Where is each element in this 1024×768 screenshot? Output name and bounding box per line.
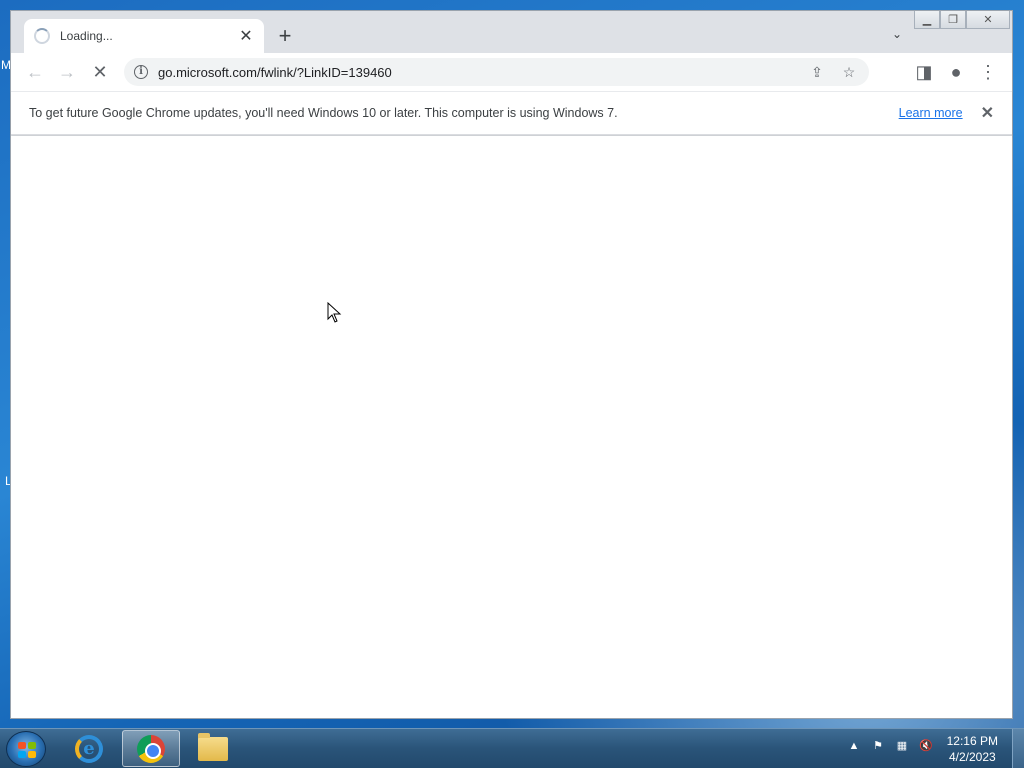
windows-logo-icon <box>18 742 36 758</box>
clock-date: 4/2/2023 <box>948 750 996 764</box>
tab-search-chevron-icon[interactable]: ⌄ <box>888 27 906 45</box>
network-icon[interactable]: ▦ <box>894 739 910 752</box>
url-text[interactable]: go.microsoft.com/fwlink/?LinkID=139460 <box>158 65 805 80</box>
window-caption-buttons: ▁ ❐ ✕ <box>914 11 1010 29</box>
chrome-icon <box>137 734 165 763</box>
site-info-icon[interactable]: i <box>134 65 148 79</box>
address-bar[interactable]: i go.microsoft.com/fwlink/?LinkID=139460… <box>124 58 869 86</box>
page-content[interactable] <box>11 136 1012 718</box>
back-arrow-icon[interactable]: ← <box>19 56 51 88</box>
taskbar: e ▲ ⚑ ▦ 🔇 12:16 PM 4/2/2023 <box>0 728 1024 768</box>
restore-button[interactable]: ❐ <box>940 11 966 29</box>
taskbar-internet-explorer[interactable]: e <box>60 730 118 767</box>
tray-expand-arrow-icon[interactable]: ▲ <box>846 740 862 752</box>
learn-more-link[interactable]: Learn more <box>899 106 963 120</box>
forward-arrow-icon[interactable]: → <box>51 56 83 88</box>
show-desktop-button[interactable] <box>1012 729 1024 768</box>
mouse-cursor-icon <box>327 302 342 323</box>
profile-avatar-icon[interactable]: ● <box>940 56 972 88</box>
stop-loading-icon[interactable]: ✕ <box>84 56 116 88</box>
side-panel-icon[interactable]: ◨ <box>908 56 940 88</box>
taskbar-clock[interactable]: 12:16 PM 4/2/2023 <box>947 733 998 765</box>
window-close-button[interactable]: ✕ <box>966 11 1010 29</box>
share-icon[interactable]: ⇪ <box>805 64 829 81</box>
volume-muted-icon[interactable]: 🔇 <box>918 739 934 752</box>
chrome-menu-icon[interactable]: ⋮ <box>972 56 1004 88</box>
tab-active[interactable]: Loading... ✕ <box>24 19 264 53</box>
infobar-message: To get future Google Chrome updates, you… <box>29 106 618 120</box>
minimize-button[interactable]: ▁ <box>914 11 940 29</box>
infobar-close-icon[interactable]: ✕ <box>981 103 994 123</box>
start-button[interactable] <box>6 731 46 767</box>
tab-title: Loading... <box>60 29 113 43</box>
new-tab-button[interactable]: + <box>273 25 297 49</box>
internet-explorer-icon: e <box>75 734 103 763</box>
clock-time: 12:16 PM <box>946 734 998 748</box>
update-infobar: To get future Google Chrome updates, you… <box>11 91 1012 135</box>
tab-close-icon[interactable]: ✕ <box>238 26 254 46</box>
folder-icon <box>198 732 228 761</box>
system-tray: ▲ ⚑ ▦ 🔇 <box>846 739 934 753</box>
browser-toolbar: ← → ✕ i go.microsoft.com/fwlink/?LinkID=… <box>11 53 1012 91</box>
action-center-flag-icon[interactable]: ⚑ <box>870 739 886 752</box>
loading-spinner-icon <box>34 28 50 44</box>
taskbar-chrome[interactable] <box>122 730 180 767</box>
taskbar-file-explorer[interactable] <box>184 730 242 767</box>
bookmark-star-icon[interactable]: ☆ <box>837 64 861 81</box>
chrome-window: ▁ ❐ ✕ Loading... ✕ + ⌄ ← → ✕ i go.micros… <box>10 10 1013 719</box>
